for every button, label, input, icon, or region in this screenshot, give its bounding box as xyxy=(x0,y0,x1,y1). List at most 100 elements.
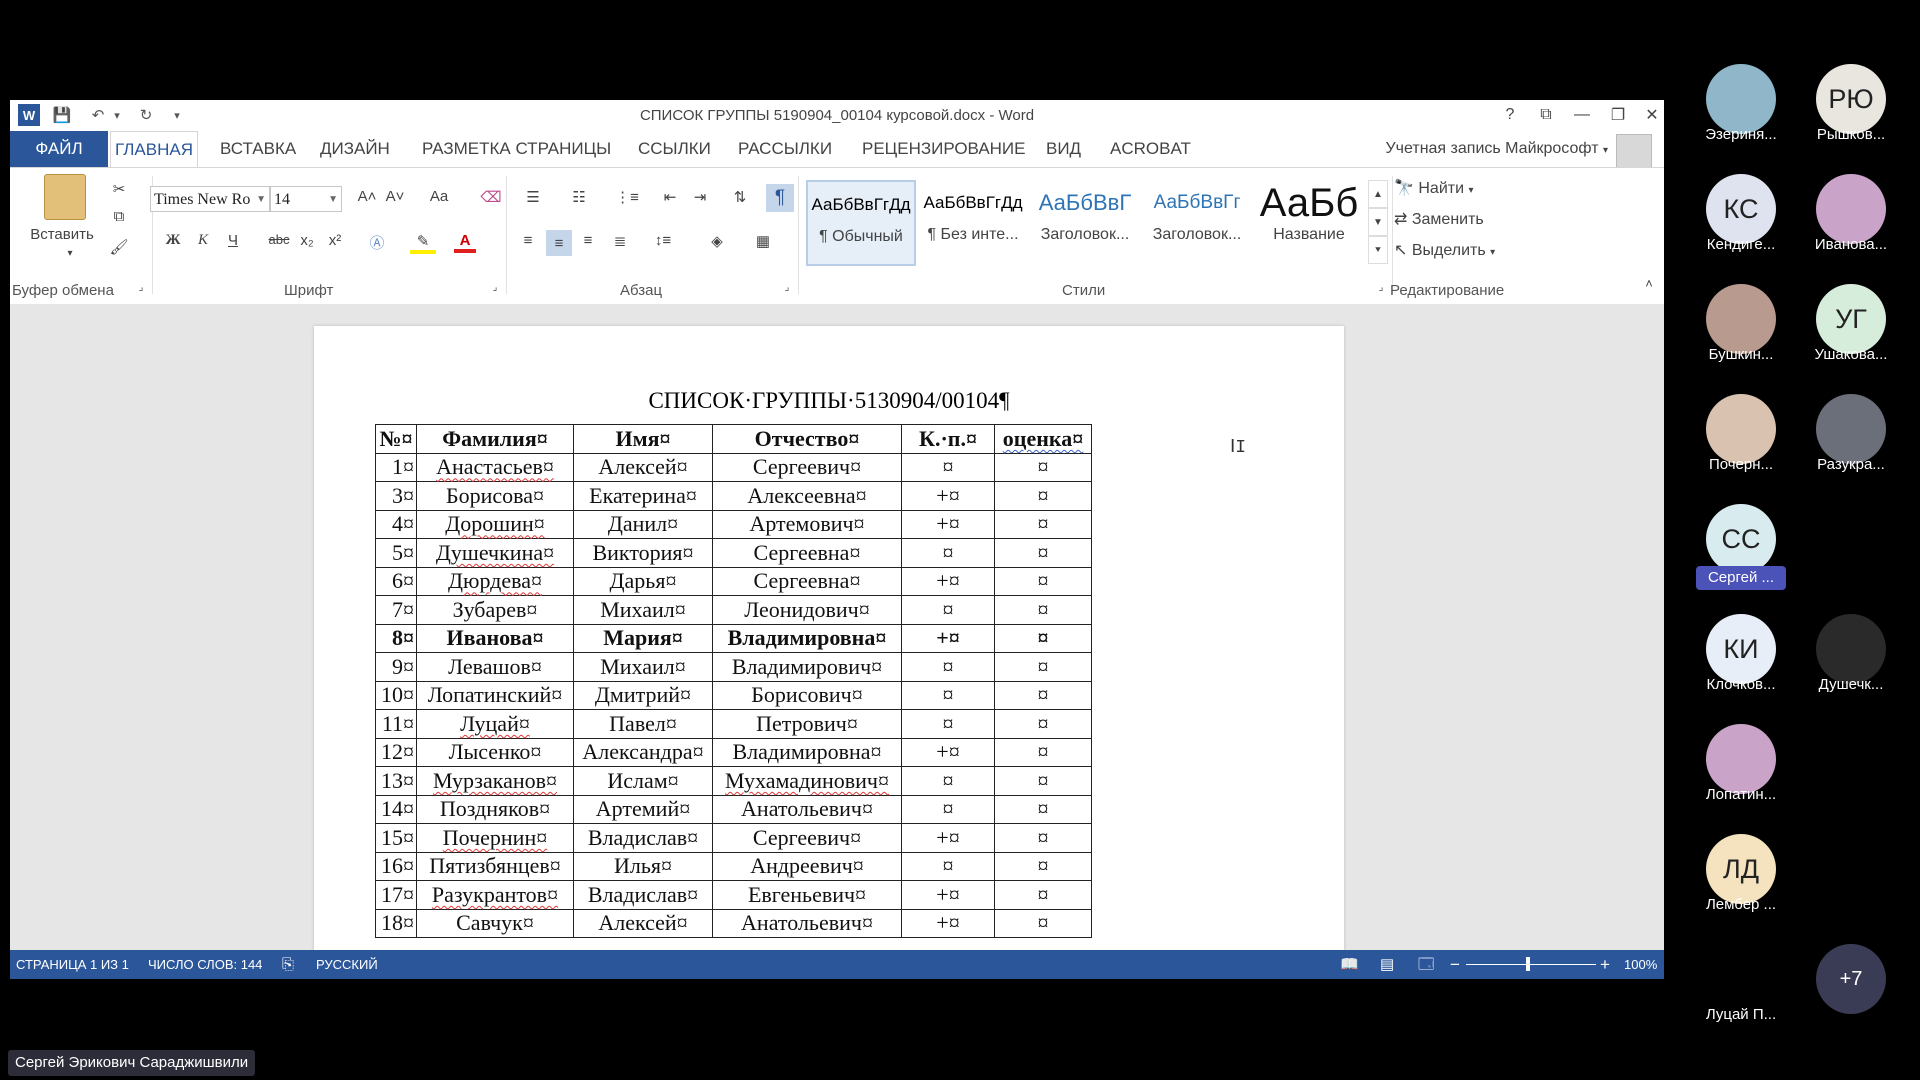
styles-more-icon[interactable]: ⯆ xyxy=(1368,236,1388,264)
tab-mailings[interactable]: РАССЫЛКИ xyxy=(734,131,836,167)
participant-avatar[interactable] xyxy=(1706,944,1776,1014)
restore-button[interactable]: ❐ xyxy=(1602,103,1634,127)
cell-kp[interactable]: +¤ xyxy=(901,623,995,653)
cell-name[interactable]: Артемий¤ xyxy=(573,794,713,824)
cell-number[interactable]: 13¤ xyxy=(375,766,417,796)
read-mode-icon[interactable]: 📖 xyxy=(1340,950,1359,979)
cell-surname[interactable]: Анастасьев¤ xyxy=(416,452,574,482)
align-left-icon[interactable]: ≡ xyxy=(516,232,540,249)
cell-surname[interactable]: Разукрантов¤ xyxy=(416,880,574,910)
cell-name[interactable]: Павел¤ xyxy=(573,709,713,739)
cell-grade[interactable]: ¤ xyxy=(994,623,1092,653)
tab-insert[interactable]: ВСТАВКА xyxy=(216,131,300,167)
clipboard-launcher-icon[interactable]: ⌟ xyxy=(134,282,148,293)
participant-avatar[interactable]: КС xyxy=(1706,174,1776,244)
cell-patronymic[interactable]: Мухамадинович¤ xyxy=(712,766,902,796)
cell-number[interactable]: 15¤ xyxy=(375,823,417,853)
underline-button[interactable]: Ч xyxy=(222,232,244,249)
style-heading-1[interactable]: АаБбВвГ Заголовок... xyxy=(1030,180,1140,266)
borders-icon[interactable]: ▦ xyxy=(746,232,780,250)
cell-grade[interactable]: ¤ xyxy=(994,794,1092,824)
cell-surname[interactable]: Лопатинский¤ xyxy=(416,680,574,710)
zoom-slider-thumb[interactable] xyxy=(1526,957,1530,971)
subscript-button[interactable]: x₂ xyxy=(296,232,318,249)
cell-number[interactable]: 14¤ xyxy=(375,794,417,824)
col-header-name[interactable]: Имя¤ xyxy=(573,424,713,454)
tab-acrobat[interactable]: ACROBAT xyxy=(1106,131,1195,167)
grow-font-icon[interactable]: A˄ xyxy=(356,188,378,205)
cell-grade[interactable]: ¤ xyxy=(994,481,1092,511)
cell-patronymic[interactable]: Анатольевич¤ xyxy=(712,794,902,824)
cell-grade[interactable]: ¤ xyxy=(994,823,1092,853)
cell-surname[interactable]: Душечкина¤ xyxy=(416,538,574,568)
cell-grade[interactable]: ¤ xyxy=(994,452,1092,482)
format-painter-icon[interactable]: 🖌 xyxy=(108,238,130,256)
cell-name[interactable]: Владислав¤ xyxy=(573,880,713,910)
cell-number[interactable]: 10¤ xyxy=(375,680,417,710)
font-launcher-icon[interactable]: ⌟ xyxy=(488,282,502,293)
cell-patronymic[interactable]: Анатольевич¤ xyxy=(712,908,902,938)
participant-avatar[interactable]: КИ xyxy=(1706,614,1776,684)
cell-surname[interactable]: Почернин¤ xyxy=(416,823,574,853)
cell-surname[interactable]: Дорошин¤ xyxy=(416,509,574,539)
cell-kp[interactable]: +¤ xyxy=(901,880,995,910)
paste-dropdown-icon[interactable]: ▾ xyxy=(60,248,80,259)
cell-grade[interactable]: ¤ xyxy=(994,908,1092,938)
justify-icon[interactable]: ≣ xyxy=(608,232,632,250)
cell-kp[interactable]: +¤ xyxy=(901,481,995,511)
cell-surname[interactable]: Борисова¤ xyxy=(416,481,574,511)
col-header-surname[interactable]: Фамилия¤ xyxy=(416,424,574,454)
cell-number[interactable]: 4¤ xyxy=(375,509,417,539)
paste-icon[interactable] xyxy=(44,174,86,220)
select-button[interactable]: ↖ Выделить ▾ xyxy=(1394,240,1495,260)
more-participants-button[interactable]: +7 xyxy=(1816,944,1886,1014)
tab-layout[interactable]: РАЗМЕТКА СТРАНИЦЫ xyxy=(418,131,615,167)
cell-name[interactable]: Виктория¤ xyxy=(573,538,713,568)
participant-avatar[interactable] xyxy=(1706,394,1776,464)
cell-kp[interactable]: ¤ xyxy=(901,595,995,625)
paste-button[interactable]: Вставить xyxy=(24,226,100,243)
col-header-grade[interactable]: оценка¤ xyxy=(994,424,1092,454)
account-button[interactable]: Учетная запись Майкрософт ▾ xyxy=(1386,131,1609,167)
ribbon-display-options-button[interactable]: ⧉ xyxy=(1530,103,1562,127)
cell-kp[interactable]: ¤ xyxy=(901,709,995,739)
col-header-kp[interactable]: К.·п.¤ xyxy=(901,424,995,454)
cell-patronymic[interactable]: Андреевич¤ xyxy=(712,851,902,881)
cell-surname[interactable]: Дюрдева¤ xyxy=(416,566,574,596)
cell-number[interactable]: 3¤ xyxy=(375,481,417,511)
style-no-spacing[interactable]: АаБбВвГгДд ¶ Без инте... xyxy=(918,180,1028,266)
copy-icon[interactable]: ⧉ xyxy=(108,208,130,225)
cell-patronymic[interactable]: Сергеевна¤ xyxy=(712,566,902,596)
cell-patronymic[interactable]: Евгеньевич¤ xyxy=(712,880,902,910)
participant-avatar[interactable] xyxy=(1706,724,1776,794)
page-count[interactable]: СТРАНИЦА 1 ИЗ 1 xyxy=(16,950,129,979)
cell-name[interactable]: Александра¤ xyxy=(573,737,713,767)
cell-number[interactable]: 16¤ xyxy=(375,851,417,881)
participant-avatar[interactable]: СС xyxy=(1706,504,1776,574)
tab-references[interactable]: ССЫЛКИ xyxy=(634,131,715,167)
styles-launcher-icon[interactable]: ⌟ xyxy=(1374,282,1388,293)
cell-kp[interactable]: +¤ xyxy=(901,823,995,853)
cell-name[interactable]: Владислав¤ xyxy=(573,823,713,853)
bullets-icon[interactable]: ☰ xyxy=(516,188,550,206)
styles-scroll-up-icon[interactable]: ▲ xyxy=(1368,180,1388,208)
cell-grade[interactable]: ¤ xyxy=(994,709,1092,739)
cell-kp[interactable]: ¤ xyxy=(901,538,995,568)
shrink-font-icon[interactable]: A˅ xyxy=(384,188,406,205)
cell-name[interactable]: Мария¤ xyxy=(573,623,713,653)
cell-grade[interactable]: ¤ xyxy=(994,595,1092,625)
cell-number[interactable]: 1¤ xyxy=(375,452,417,482)
cell-patronymic[interactable]: Петрович¤ xyxy=(712,709,902,739)
cell-grade[interactable]: ¤ xyxy=(994,509,1092,539)
cell-name[interactable]: Дарья¤ xyxy=(573,566,713,596)
print-layout-icon[interactable]: ▤ xyxy=(1380,950,1394,979)
align-center-icon[interactable]: ≡ xyxy=(546,230,572,256)
strikethrough-button[interactable]: abc xyxy=(266,232,292,247)
cell-name[interactable]: Михаил¤ xyxy=(573,595,713,625)
participant-avatar[interactable] xyxy=(1816,614,1886,684)
cell-grade[interactable]: ¤ xyxy=(994,737,1092,767)
bold-button[interactable]: Ж xyxy=(162,232,184,249)
cell-name[interactable]: Данил¤ xyxy=(573,509,713,539)
zoom-out-button[interactable]: − xyxy=(1450,950,1460,979)
student-table[interactable]: №¤ Фамилия¤ Имя¤ Отчество¤ К.·п.¤ оценка… xyxy=(375,424,1092,938)
